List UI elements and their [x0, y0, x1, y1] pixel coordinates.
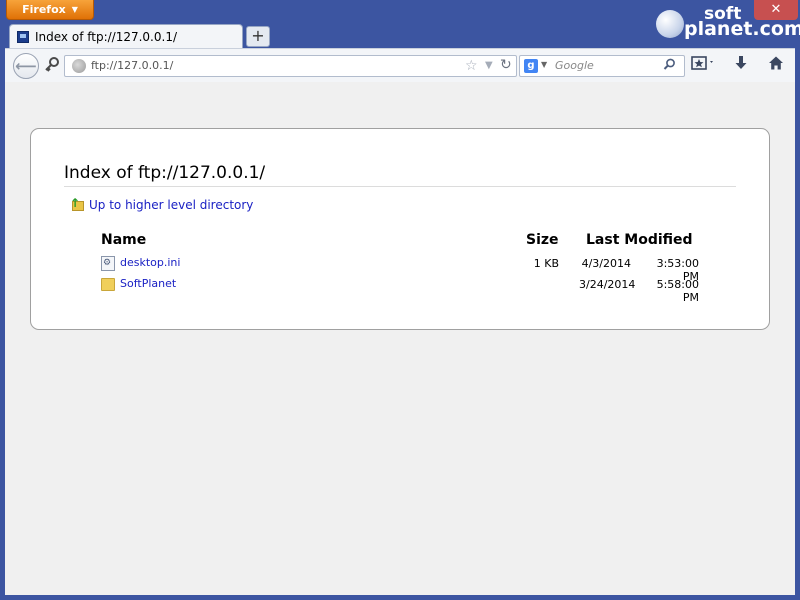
column-header-modified: Last Modified	[586, 232, 693, 248]
column-header-size: Size	[526, 232, 559, 248]
reload-icon[interactable]: ↻	[500, 57, 512, 73]
directory-listing-card: Index of ftp://127.0.0.1/ ↑ Up to higher…	[30, 128, 770, 330]
close-icon: ✕	[770, 2, 782, 17]
new-tab-button[interactable]: +	[246, 26, 270, 47]
entry-time: 5:58:00 PM	[656, 278, 699, 304]
bookmarks-icon	[691, 56, 713, 70]
download-arrow-icon	[735, 56, 747, 69]
file-icon	[101, 256, 115, 271]
entry-size: 1 KB	[533, 257, 559, 270]
up-directory-label[interactable]: Up to higher level directory	[89, 198, 253, 212]
key-icon[interactable]	[41, 56, 63, 76]
page-content: Index of ftp://127.0.0.1/ ↑ Up to higher…	[5, 82, 795, 595]
downloads-button[interactable]	[731, 55, 751, 77]
folder-icon	[101, 278, 115, 291]
chevron-down-icon: ▼	[71, 5, 78, 14]
firefox-menu-button[interactable]: Firefox ▼	[6, 0, 94, 20]
folder-up-icon: ↑	[70, 197, 85, 212]
tab-title: Index of ftp://127.0.0.1/	[35, 29, 177, 44]
tab-active[interactable]: Index of ftp://127.0.0.1/	[9, 24, 243, 48]
bookmarks-menu-button[interactable]	[689, 55, 719, 77]
globe-icon	[72, 59, 86, 73]
table-row: SoftPlanet 3/24/2014 5:58:00 PM	[31, 277, 731, 304]
watermark-line2: planet.com	[684, 18, 800, 40]
search-input[interactable]: Google	[555, 59, 594, 72]
url-bar[interactable]: ftp://127.0.0.1/ ☆ ▼ ↻	[64, 55, 517, 77]
bookmark-star-icon[interactable]: ☆	[465, 58, 478, 74]
home-button[interactable]	[765, 55, 787, 77]
page-title: Index of ftp://127.0.0.1/	[64, 163, 266, 183]
monitor-icon	[17, 30, 29, 43]
url-text[interactable]: ftp://127.0.0.1/	[91, 59, 173, 72]
search-bar[interactable]: g ▼ Google	[519, 55, 685, 77]
home-icon	[769, 56, 783, 70]
plus-icon: +	[251, 26, 265, 45]
up-directory-link[interactable]: ↑ Up to higher level directory	[70, 197, 253, 212]
heading-divider	[64, 186, 736, 187]
close-window-button[interactable]: ✕	[754, 0, 798, 20]
entry-name-link[interactable]: desktop.ini	[120, 256, 180, 269]
search-icon[interactable]	[663, 58, 676, 75]
google-engine-icon[interactable]: g	[524, 59, 538, 73]
back-arrow-icon: ⟵	[15, 57, 37, 75]
entry-name-link[interactable]: SoftPlanet	[120, 277, 176, 290]
softplanet-logo-icon	[656, 10, 684, 38]
browser-frame: Firefox ▼ soft planet.com ✕ Index of ftp…	[0, 0, 800, 600]
navigation-toolbar: ⟵ ftp://127.0.0.1/ ☆ ▼ ↻ g ▼ Google	[5, 48, 795, 82]
table-row: desktop.ini 1 KB 4/3/2014 3:53:00 PM	[31, 256, 731, 283]
firefox-menu-label: Firefox	[22, 3, 66, 16]
entry-date: 4/3/2014	[581, 257, 631, 270]
column-header-name: Name	[101, 232, 147, 248]
back-button[interactable]: ⟵	[13, 53, 39, 79]
engine-dropdown-icon[interactable]: ▼	[541, 60, 547, 69]
url-history-dropdown-icon[interactable]: ▼	[485, 60, 493, 71]
entry-date: 3/24/2014	[579, 278, 636, 291]
